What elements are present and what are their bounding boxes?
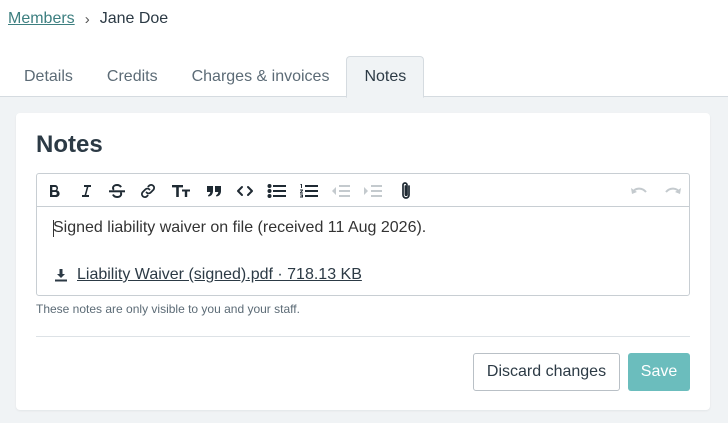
bold-icon[interactable] <box>43 180 65 202</box>
italic-icon[interactable] <box>75 180 97 202</box>
undo-icon[interactable] <box>629 180 651 202</box>
numbered-list-icon[interactable] <box>298 180 320 202</box>
tab-charges-invoices[interactable]: Charges & invoices <box>175 56 347 97</box>
editor-text-line: Signed liability waiver on file (receive… <box>53 218 673 238</box>
code-icon[interactable] <box>234 180 256 202</box>
notes-card: Notes Signed liability waiver on file (r… <box>16 113 710 410</box>
editor-toolbar <box>37 174 689 207</box>
visibility-hint: These notes are only visible to you and … <box>36 302 300 316</box>
notes-editor: Signed liability waiver on file (receive… <box>36 173 690 296</box>
indent-icon[interactable] <box>362 180 384 202</box>
page-header: Members › Jane Doe Details Credits Charg… <box>0 0 728 98</box>
discard-changes-button[interactable]: Discard changes <box>473 353 620 391</box>
breadcrumb-members-link[interactable]: Members <box>8 10 75 28</box>
heading-icon[interactable] <box>170 180 192 202</box>
link-icon[interactable] <box>137 180 159 202</box>
note-text: Signed liability waiver on file (receive… <box>53 219 427 236</box>
editor-content[interactable]: Signed liability waiver on file (receive… <box>37 207 689 295</box>
tab-details[interactable]: Details <box>0 56 90 97</box>
save-button[interactable]: Save <box>628 353 690 391</box>
attachment: Liability Waiver (signed).pdf · 718.13 K… <box>53 266 673 284</box>
bullet-list-icon[interactable] <box>266 180 288 202</box>
download-icon[interactable] <box>53 267 69 283</box>
outdent-icon[interactable] <box>330 180 352 202</box>
tab-credits[interactable]: Credits <box>90 56 175 97</box>
breadcrumb: Members › Jane Doe <box>8 10 168 28</box>
breadcrumb-current: Jane Doe <box>99 10 169 27</box>
tab-notes[interactable]: Notes <box>346 56 425 98</box>
strikethrough-icon[interactable] <box>106 180 128 202</box>
attachment-link[interactable]: Liability Waiver (signed).pdf · 718.13 K… <box>77 266 362 284</box>
attach-file-icon[interactable] <box>395 180 417 202</box>
card-title: Notes <box>36 131 103 158</box>
quote-icon[interactable] <box>203 180 225 202</box>
tab-bar: Details Credits Charges & invoices Notes <box>0 56 425 98</box>
divider <box>36 336 690 337</box>
breadcrumb-separator: › <box>84 10 90 28</box>
redo-icon[interactable] <box>661 180 683 202</box>
